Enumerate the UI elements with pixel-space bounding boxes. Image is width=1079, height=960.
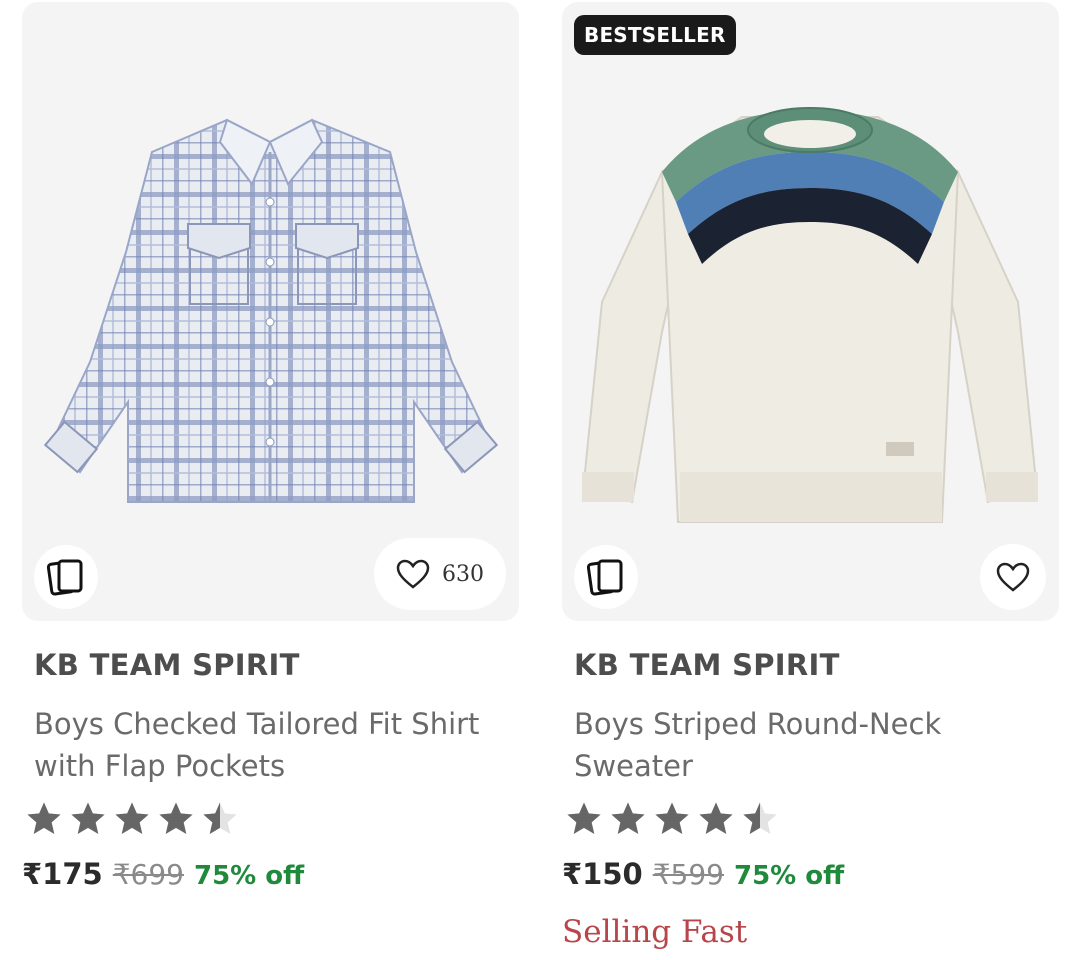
- product-image-box[interactable]: 630: [22, 2, 519, 621]
- price-row: ₹150 ₹599 75% off: [562, 857, 844, 891]
- wishlist-count: 630: [442, 561, 484, 587]
- selling-fast-tag: Selling Fast: [562, 914, 748, 950]
- cards-icon: [586, 559, 623, 596]
- bestseller-badge: BESTSELLER: [574, 15, 736, 55]
- price-row: ₹175 ₹699 75% off: [22, 857, 304, 891]
- selling-price: ₹150: [562, 857, 643, 891]
- product-brand: KB TEAM SPIRIT: [34, 648, 300, 682]
- star-filled-icon: [699, 802, 733, 834]
- cards-icon: [46, 559, 83, 596]
- product-card[interactable]: BESTSELLER KB TEAM SPIRIT Boys Striped R…: [562, 0, 1059, 960]
- star-filled-icon: [115, 802, 149, 834]
- star-half-icon: [743, 802, 777, 834]
- star-filled-icon: [159, 802, 193, 834]
- wishlist-button[interactable]: 630: [374, 538, 506, 610]
- selling-price: ₹175: [22, 857, 103, 891]
- star-filled-icon: [27, 802, 61, 834]
- product-image-box[interactable]: BESTSELLER: [562, 2, 1059, 621]
- wishlist-button[interactable]: [980, 544, 1046, 610]
- checked-shirt-image: [43, 118, 499, 503]
- heart-icon: [396, 559, 430, 589]
- star-filled-icon: [611, 802, 645, 834]
- compare-button[interactable]: [34, 545, 98, 609]
- original-price: ₹599: [652, 858, 724, 891]
- product-grid: 630 KB TEAM SPIRIT Boys Checked Tailored…: [0, 0, 1079, 960]
- product-brand: KB TEAM SPIRIT: [574, 648, 840, 682]
- star-filled-icon: [567, 802, 601, 834]
- rating-stars: [564, 799, 780, 839]
- original-price: ₹699: [112, 858, 184, 891]
- discount-label: 75% off: [733, 861, 845, 891]
- product-title[interactable]: Boys Striped Round-Neck Sweater: [574, 703, 1054, 787]
- star-half-icon: [203, 802, 237, 834]
- star-filled-icon: [71, 802, 105, 834]
- discount-label: 75% off: [193, 861, 305, 891]
- product-title[interactable]: Boys Checked Tailored Fit Shirt with Fla…: [34, 703, 514, 787]
- rating-stars: [24, 799, 240, 839]
- compare-button[interactable]: [574, 545, 638, 609]
- striped-sweater-image: [582, 107, 1038, 523]
- product-card[interactable]: 630 KB TEAM SPIRIT Boys Checked Tailored…: [22, 0, 519, 960]
- star-filled-icon: [655, 802, 689, 834]
- heart-icon: [996, 562, 1030, 592]
